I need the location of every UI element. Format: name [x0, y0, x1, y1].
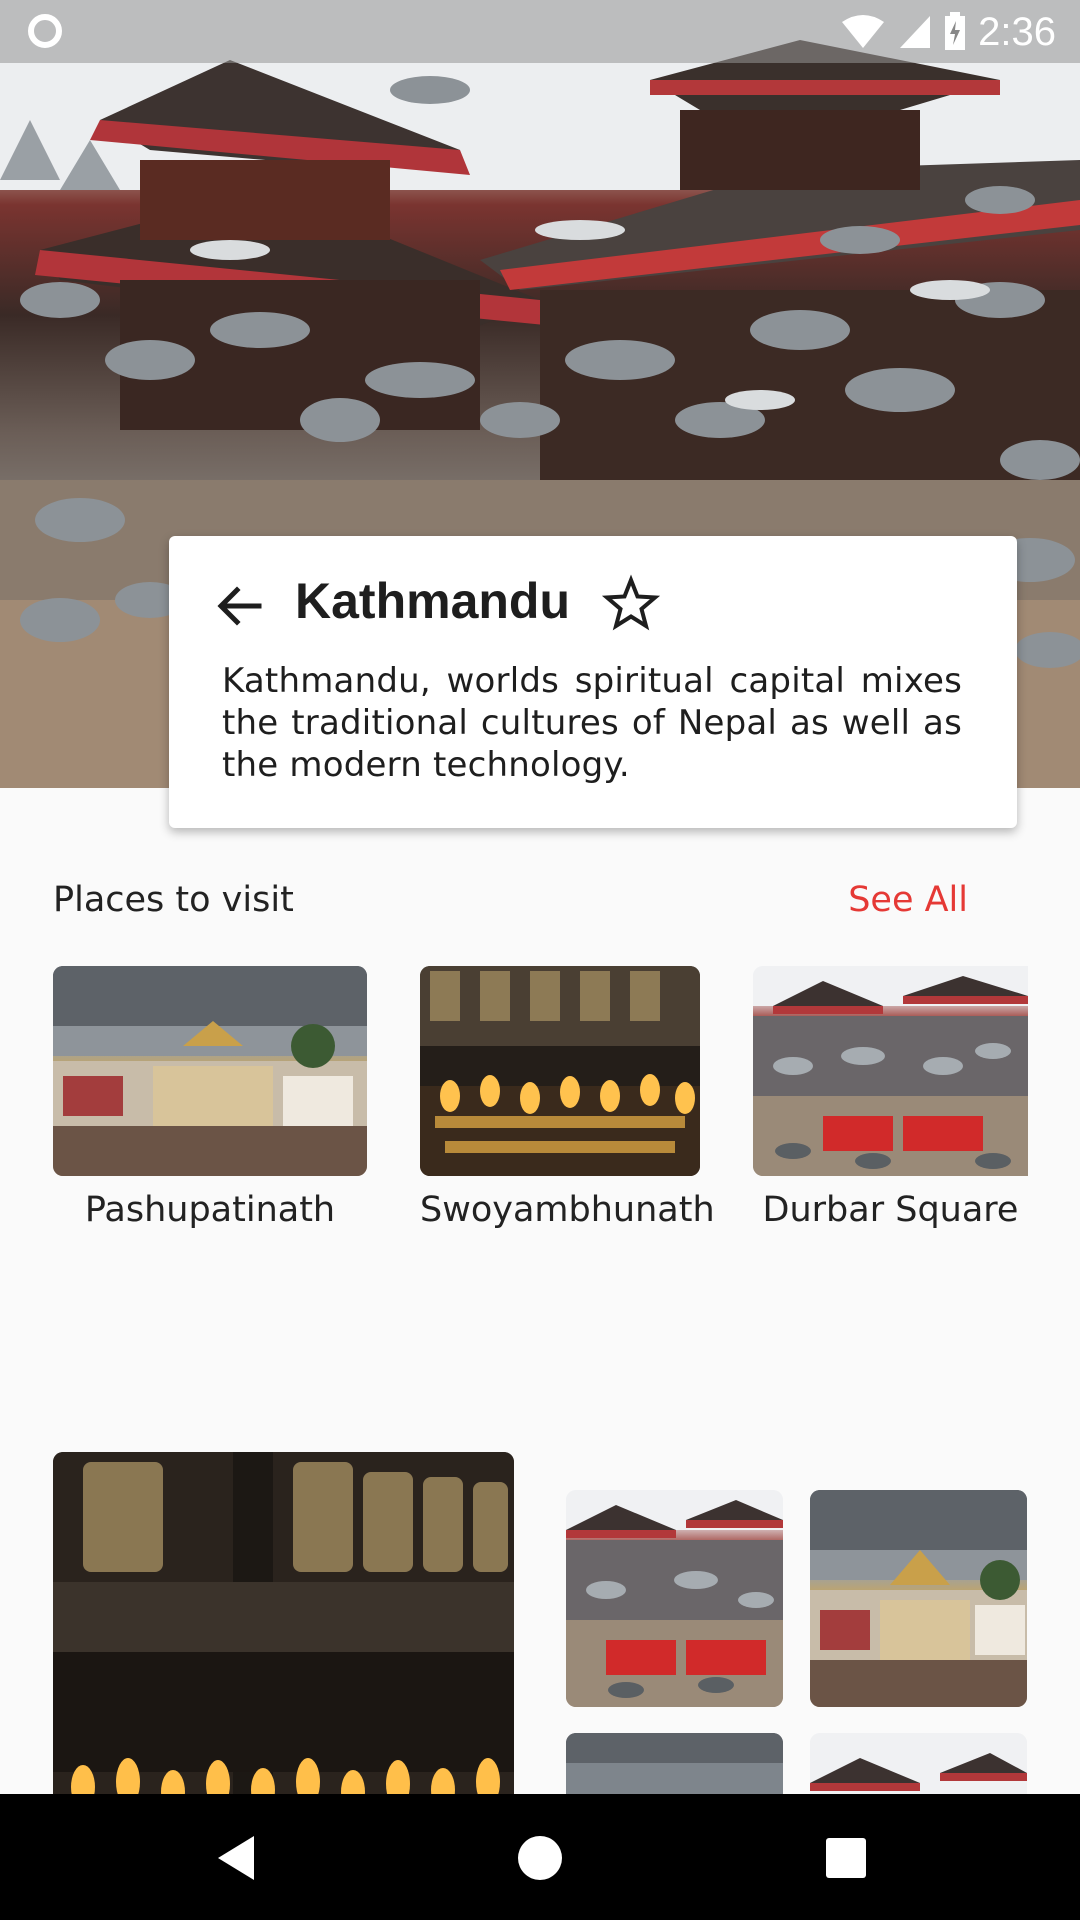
place-name: Pashupatinath — [84, 1190, 336, 1230]
place-card-durbar-square[interactable]: Durbar Square — [753, 966, 1028, 1230]
back-arrow-icon[interactable] — [209, 576, 269, 636]
place-card-pashupatinath[interactable]: Pashupatinath — [53, 966, 367, 1230]
gallery-image-large[interactable] — [53, 1452, 514, 1852]
navigation-bar — [0, 1794, 1080, 1920]
notification-circle-icon — [28, 14, 62, 48]
city-description: Kathmandu, worlds spiritual capital mixe… — [222, 661, 962, 785]
place-image — [420, 966, 700, 1176]
wifi-icon — [842, 15, 885, 48]
place-name: Durbar Square — [762, 1190, 1019, 1230]
cellular-signal-icon — [900, 16, 931, 48]
see-all-link[interactable]: See All — [848, 880, 968, 920]
status-time: 2:36 — [978, 9, 1056, 54]
place-name: Swoyambhunath — [420, 1190, 715, 1230]
gallery-image[interactable] — [566, 1490, 783, 1707]
gallery-image[interactable] — [810, 1490, 1027, 1707]
status-bar: 2:36 — [0, 0, 1080, 63]
place-card-swoyambhunath[interactable]: Swoyambhunath — [420, 966, 715, 1230]
status-icons: 2:36 — [840, 8, 1056, 56]
favorite-star-icon[interactable] — [601, 574, 661, 634]
nav-back-icon[interactable] — [208, 1830, 264, 1886]
nav-home-icon[interactable] — [512, 1830, 568, 1886]
city-info-card: Kathmandu Kathmandu, worlds spiritual ca… — [169, 536, 1017, 828]
place-image — [753, 966, 1028, 1176]
place-image — [53, 966, 367, 1176]
nav-recents-icon[interactable] — [818, 1830, 874, 1886]
city-title: Kathmandu — [295, 573, 570, 629]
battery-charging-icon — [945, 12, 966, 50]
places-section-title: Places to visit — [53, 880, 294, 920]
